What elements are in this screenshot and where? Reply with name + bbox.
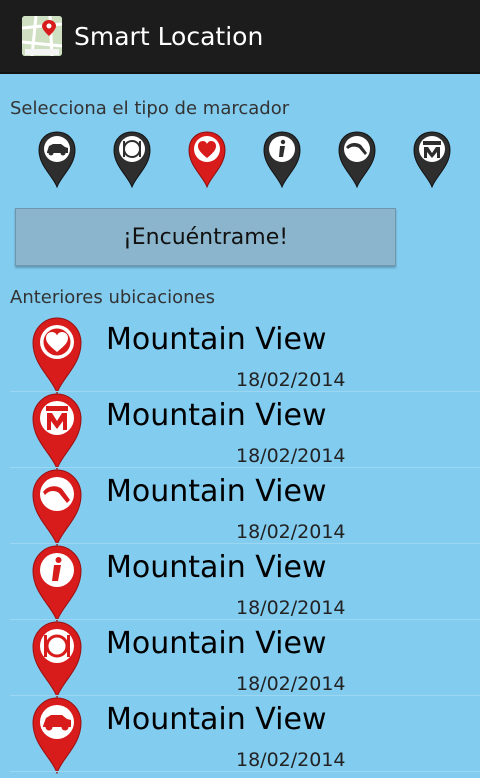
list-item[interactable]: Mountain View 18/02/2014 <box>0 620 480 699</box>
heart-pin-icon <box>30 316 84 395</box>
location-date: 18/02/2014 <box>236 521 346 543</box>
location-date: 18/02/2014 <box>236 749 346 771</box>
location-date: 18/02/2014 <box>236 597 346 619</box>
info-pin-icon <box>30 544 84 623</box>
location-name: Mountain View <box>106 398 327 433</box>
divider <box>10 771 480 772</box>
location-name: Mountain View <box>106 474 327 509</box>
restaurant-marker-icon[interactable] <box>112 130 152 189</box>
car-marker-icon[interactable] <box>37 130 77 189</box>
list-item[interactable]: Mountain View 18/02/2014 <box>0 696 480 775</box>
gas-station-marker-icon[interactable] <box>337 130 377 189</box>
list-item[interactable]: Mountain View 18/02/2014 <box>0 468 480 547</box>
location-date: 18/02/2014 <box>236 445 346 467</box>
list-item[interactable]: Mountain View 18/02/2014 <box>0 544 480 623</box>
location-name: Mountain View <box>106 626 327 661</box>
list-item[interactable]: Mountain View 18/02/2014 <box>0 316 480 395</box>
location-name: Mountain View <box>106 702 327 737</box>
car-pin-icon <box>30 696 84 775</box>
metro-pin-icon <box>30 392 84 471</box>
location-name: Mountain View <box>106 550 327 585</box>
restaurant-pin-icon <box>30 620 84 699</box>
history-label: Anteriores ubicaciones <box>10 287 215 308</box>
info-marker-icon[interactable] <box>262 130 302 189</box>
list-item[interactable]: Mountain View 18/02/2014 <box>0 392 480 471</box>
app-title: Smart Location <box>74 22 264 51</box>
location-name: Mountain View <box>106 322 327 357</box>
location-date: 18/02/2014 <box>236 369 346 391</box>
gas-station-pin-icon <box>30 468 84 547</box>
find-me-button[interactable]: ¡Encuéntrame! <box>15 208 396 266</box>
marker-selector-label: Selecciona el tipo de marcador <box>10 98 290 119</box>
action-bar: Smart Location <box>0 0 480 74</box>
metro-marker-icon[interactable] <box>412 130 452 189</box>
map-app-icon[interactable] <box>22 16 62 56</box>
location-date: 18/02/2014 <box>236 673 346 695</box>
heart-marker-icon[interactable] <box>187 130 227 189</box>
marker-selector <box>0 130 480 190</box>
